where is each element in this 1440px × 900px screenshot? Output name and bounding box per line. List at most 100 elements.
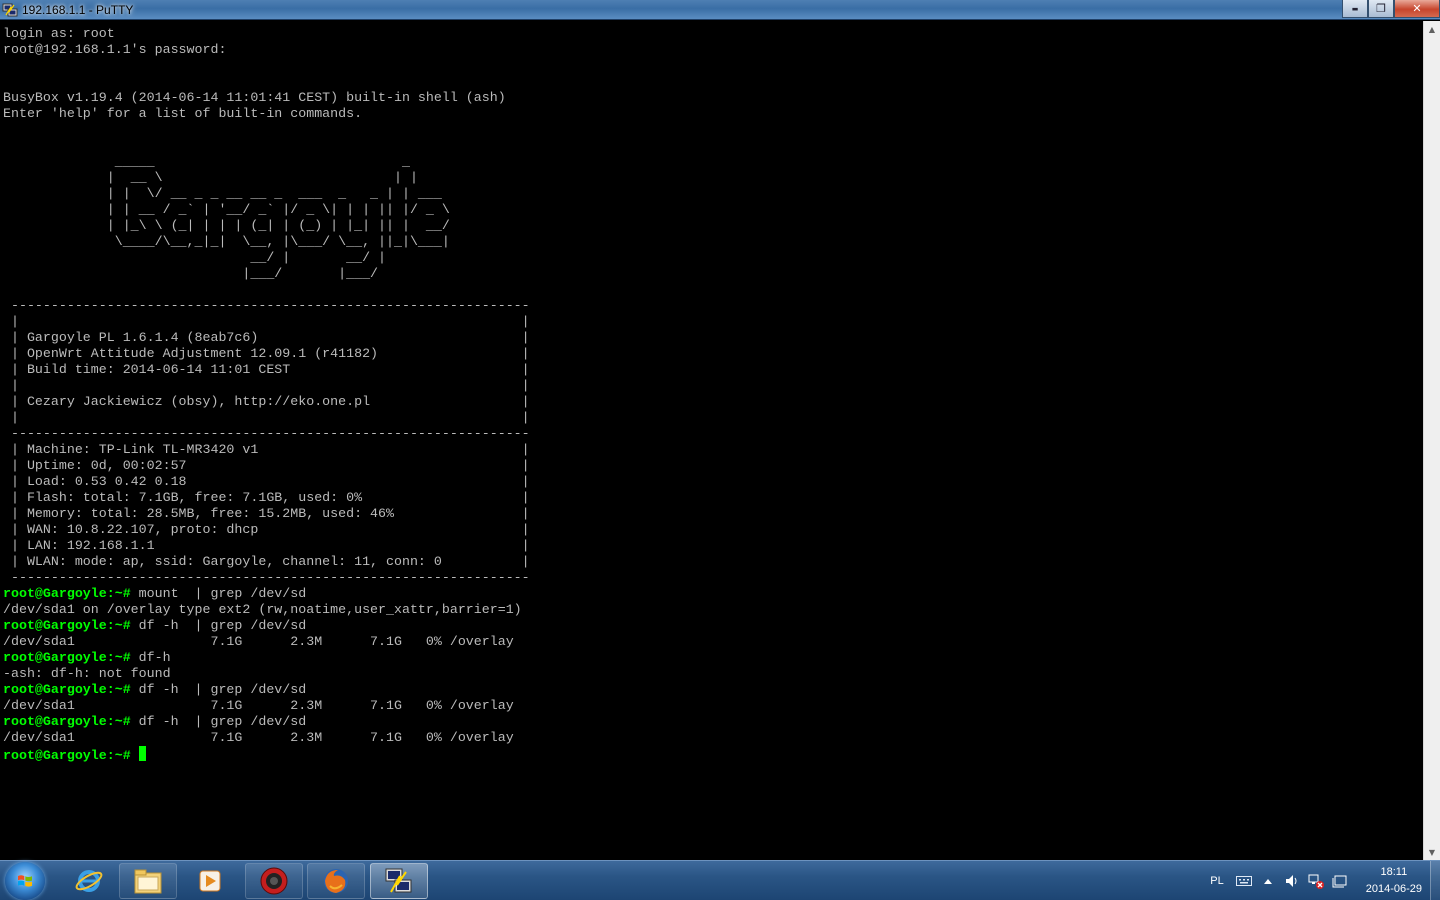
terminal-line: ----------------------------------------…: [3, 570, 530, 586]
media-play-icon: [199, 870, 221, 892]
terminal-line: | WLAN: mode: ap, ssid: Gargoyle, channe…: [3, 554, 530, 570]
ie-icon: [75, 870, 103, 892]
terminal-line: ----------------------------------------…: [3, 426, 530, 442]
shell-prompt: root@Gargoyle:~#: [3, 586, 131, 601]
terminal-line: /dev/sda1 on /overlay type ext2 (rw,noat…: [3, 602, 530, 618]
chevron-up-icon: ▲: [1428, 24, 1436, 34]
command-text: mount | grep /dev/sd: [130, 586, 307, 601]
scroll-up-button[interactable]: ▲: [1424, 21, 1440, 37]
output-text: root@192.168.1.1's password:: [3, 42, 227, 57]
clock[interactable]: 18:11 2014-06-29: [1366, 864, 1422, 898]
command-text: [131, 748, 139, 763]
terminal-line: | Cezary Jackiewicz (obsy), http://eko.o…: [3, 394, 530, 410]
taskbar-putty[interactable]: [370, 863, 428, 899]
putty-icon: [385, 868, 412, 893]
shell-prompt: root@Gargoyle:~#: [3, 714, 131, 729]
clock-date: 2014-06-29: [1365, 883, 1422, 895]
command-text: df-h: [130, 650, 171, 665]
output-text: /dev/sda1 on /overlay type ext2 (rw,noat…: [3, 602, 522, 617]
output-text: BusyBox v1.19.4 (2014-06-14 11:01:41 CES…: [3, 90, 506, 105]
output-text: /dev/sda1 7.1G 2.3M 7.1G 0% /overlay: [3, 698, 514, 713]
volume-icon[interactable]: [1284, 873, 1300, 889]
output-text: | Build time: 2014-06-14 11:01 CEST |: [3, 362, 530, 377]
show-desktop-button[interactable]: [1430, 861, 1440, 900]
taskbar-recorder-app[interactable]: [245, 863, 303, 899]
terminal-line: root@192.168.1.1's password:: [3, 42, 530, 58]
terminal-line: root@Gargoyle:~# df -h | grep /dev/sd: [3, 714, 530, 730]
output-text: | | \/ __ _ _ __ __ _ ___ _ _ | | ___: [3, 186, 442, 201]
scroll-down-button[interactable]: ▼: [1424, 844, 1440, 860]
terminal-line: |___/ |___/: [3, 266, 530, 282]
output-text: | Machine: TP-Link TL-MR3420 v1 |: [3, 442, 530, 457]
output-text: | WLAN: mode: ap, ssid: Gargoyle, channe…: [3, 554, 530, 569]
terminal-scrollbar[interactable]: ▲ ▼: [1423, 21, 1440, 860]
taskbar-firefox[interactable]: [307, 863, 365, 899]
putty-icon[interactable]: [2, 2, 18, 18]
terminal-line: | |: [3, 314, 530, 330]
close-button[interactable]: ✕: [1394, 0, 1440, 18]
red-circle-app-icon: [260, 867, 288, 895]
restore-icon: ❐: [1376, 2, 1386, 15]
start-button[interactable]: [5, 862, 45, 900]
terminal-line: | Build time: 2014-06-14 11:01 CEST |: [3, 362, 530, 378]
terminal-line: | LAN: 192.168.1.1 |: [3, 538, 530, 554]
output-text: | | __ / _` | '__/ _` |/ _ \| | | || |/ …: [3, 202, 450, 217]
terminal-line: __/ | __/ |: [3, 250, 530, 266]
output-text: ----------------------------------------…: [3, 426, 530, 441]
maximize-button[interactable]: ❐: [1368, 0, 1394, 18]
output-text: /dev/sda1 7.1G 2.3M 7.1G 0% /overlay: [3, 634, 514, 649]
terminal-line: | | \/ __ _ _ __ __ _ ___ _ _ | | ___: [3, 186, 530, 202]
command-text: df -h | grep /dev/sd: [130, 714, 307, 729]
output-text: ----------------------------------------…: [3, 298, 530, 313]
taskbar-windows-explorer[interactable]: [119, 863, 177, 899]
language-indicator[interactable]: PL: [1210, 875, 1223, 887]
output-text: | |: [3, 378, 530, 393]
output-text: | |: [3, 314, 530, 329]
action-center-icon[interactable]: [1332, 873, 1348, 889]
terminal-line: _____ _: [3, 154, 530, 170]
output-text: | OpenWrt Attitude Adjustment 12.09.1 (r…: [3, 346, 530, 361]
terminal-line: | | __ / _` | '__/ _` |/ _ \| | | || |/ …: [3, 202, 530, 218]
output-text: |___/ |___/: [3, 266, 379, 281]
taskbar-internet-explorer[interactable]: [60, 863, 118, 899]
output-text: -ash: df-h: not found: [3, 666, 171, 681]
output-text: Enter 'help' for a list of built-in comm…: [3, 106, 363, 121]
terminal-line: | Load: 0.53 0.42 0.18 |: [3, 474, 530, 490]
shell-prompt: root@Gargoyle:~#: [3, 748, 131, 763]
keyboard-icon[interactable]: [1235, 873, 1252, 889]
terminal-screen[interactable]: login as: root root@192.168.1.1's passwor…: [0, 21, 1423, 860]
output-text: login as: root: [3, 26, 115, 41]
taskbar-media-player[interactable]: [181, 863, 239, 899]
terminal-line: login as: root: [3, 26, 530, 42]
terminal-line: root@Gargoyle:~# df -h | grep /dev/sd: [3, 618, 530, 634]
terminal-line: | |_\ \ (_| | | | (_| | (_) | |_| || | _…: [3, 218, 530, 234]
folder-icon: [134, 869, 162, 894]
terminal-line: Enter 'help' for a list of built-in comm…: [3, 106, 530, 122]
output-text: | Flash: total: 7.1GB, free: 7.1GB, used…: [3, 490, 530, 505]
network-error-icon[interactable]: [1308, 873, 1324, 889]
terminal-line: /dev/sda1 7.1G 2.3M 7.1G 0% /overlay: [3, 698, 530, 714]
terminal-line: | Flash: total: 7.1GB, free: 7.1GB, used…: [3, 490, 530, 506]
output-text: | __ \ | |: [3, 170, 418, 185]
output-text: | Uptime: 0d, 00:02:57 |: [3, 458, 530, 473]
terminal-line: root@Gargoyle:~# df -h | grep /dev/sd: [3, 682, 530, 698]
windows-logo-icon: [18, 875, 32, 887]
window-titlebar[interactable]: 192.168.1.1 - PuTTY ▬ ❐ ✕: [0, 0, 1440, 20]
terminal-line: | Memory: total: 28.5MB, free: 15.2MB, u…: [3, 506, 530, 522]
command-text: df -h | grep /dev/sd: [130, 682, 307, 697]
terminal-output: login as: root root@192.168.1.1's passwor…: [3, 26, 530, 763]
text-cursor: [138, 746, 146, 761]
terminal-line: | Uptime: 0d, 00:02:57 |: [3, 458, 530, 474]
output-text: | LAN: 192.168.1.1 |: [3, 538, 530, 553]
minimize-button[interactable]: ▬: [1342, 0, 1368, 18]
shell-prompt: root@Gargoyle:~#: [3, 618, 131, 633]
terminal-line: BusyBox v1.19.4 (2014-06-14 11:01:41 CES…: [3, 90, 530, 106]
terminal-line: \____/\__,_|_| \__, |\___/ \__, ||_|\___…: [3, 234, 530, 250]
output-text: ----------------------------------------…: [3, 570, 530, 585]
show-hidden-icons-arrow-icon[interactable]: [1260, 873, 1276, 889]
chevron-down-icon: ▼: [1428, 847, 1436, 857]
